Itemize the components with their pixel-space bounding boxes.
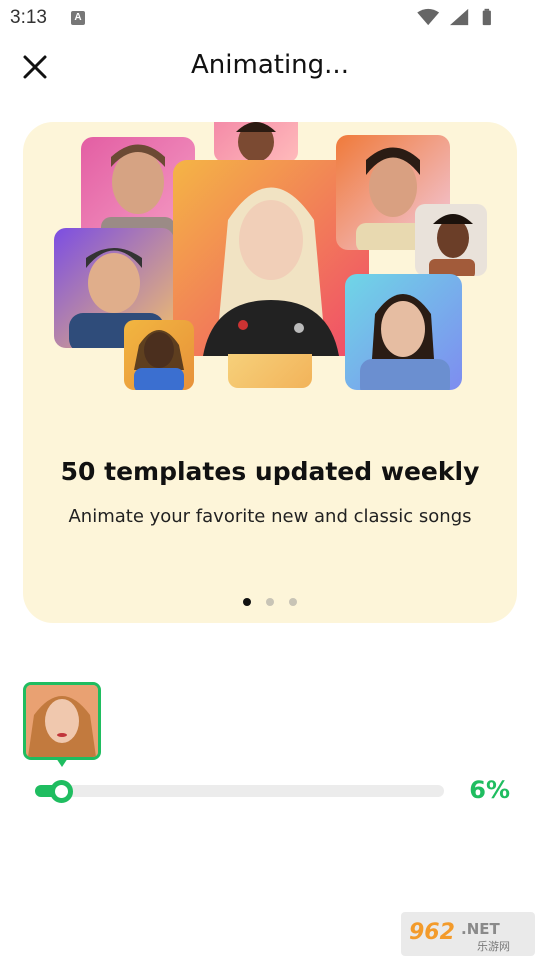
status-bar: 3:13 A	[0, 0, 540, 36]
card-title: 50 templates updated weekly	[60, 457, 480, 486]
status-time: 3:13	[10, 7, 47, 28]
template-photo	[345, 274, 462, 390]
notification-icon: A	[71, 11, 85, 25]
wifi-icon	[417, 8, 440, 26]
page-dot[interactable]	[289, 598, 298, 606]
page-title: Animating...	[191, 50, 349, 80]
source-photo-thumbnail	[23, 682, 101, 760]
progress-track	[35, 785, 444, 797]
progress-knob	[50, 780, 73, 803]
page-dot-active[interactable]	[242, 598, 251, 606]
svg-text:乐游网: 乐游网	[477, 940, 510, 953]
svg-text:.NET: .NET	[461, 920, 500, 938]
card-subtitle: Animate your favorite new and classic so…	[68, 506, 472, 527]
template-photo	[124, 320, 194, 390]
progress-percent: 6%	[469, 776, 510, 804]
template-photo-collage	[23, 122, 517, 392]
system-icons	[417, 8, 491, 26]
page-dot[interactable]	[266, 598, 274, 606]
template-carousel-card[interactable]: 50 templates updated weekly Animate your…	[23, 122, 517, 623]
thumbnail-pointer	[56, 758, 68, 767]
template-photo	[415, 204, 487, 276]
watermark-logo: 962 .NET 乐游网	[401, 912, 535, 956]
page-indicator	[23, 591, 517, 606]
svg-text:962: 962	[409, 920, 455, 945]
battery-icon	[482, 8, 491, 26]
template-photo	[228, 354, 312, 388]
template-photo	[214, 122, 298, 162]
signal-icon	[450, 8, 469, 26]
